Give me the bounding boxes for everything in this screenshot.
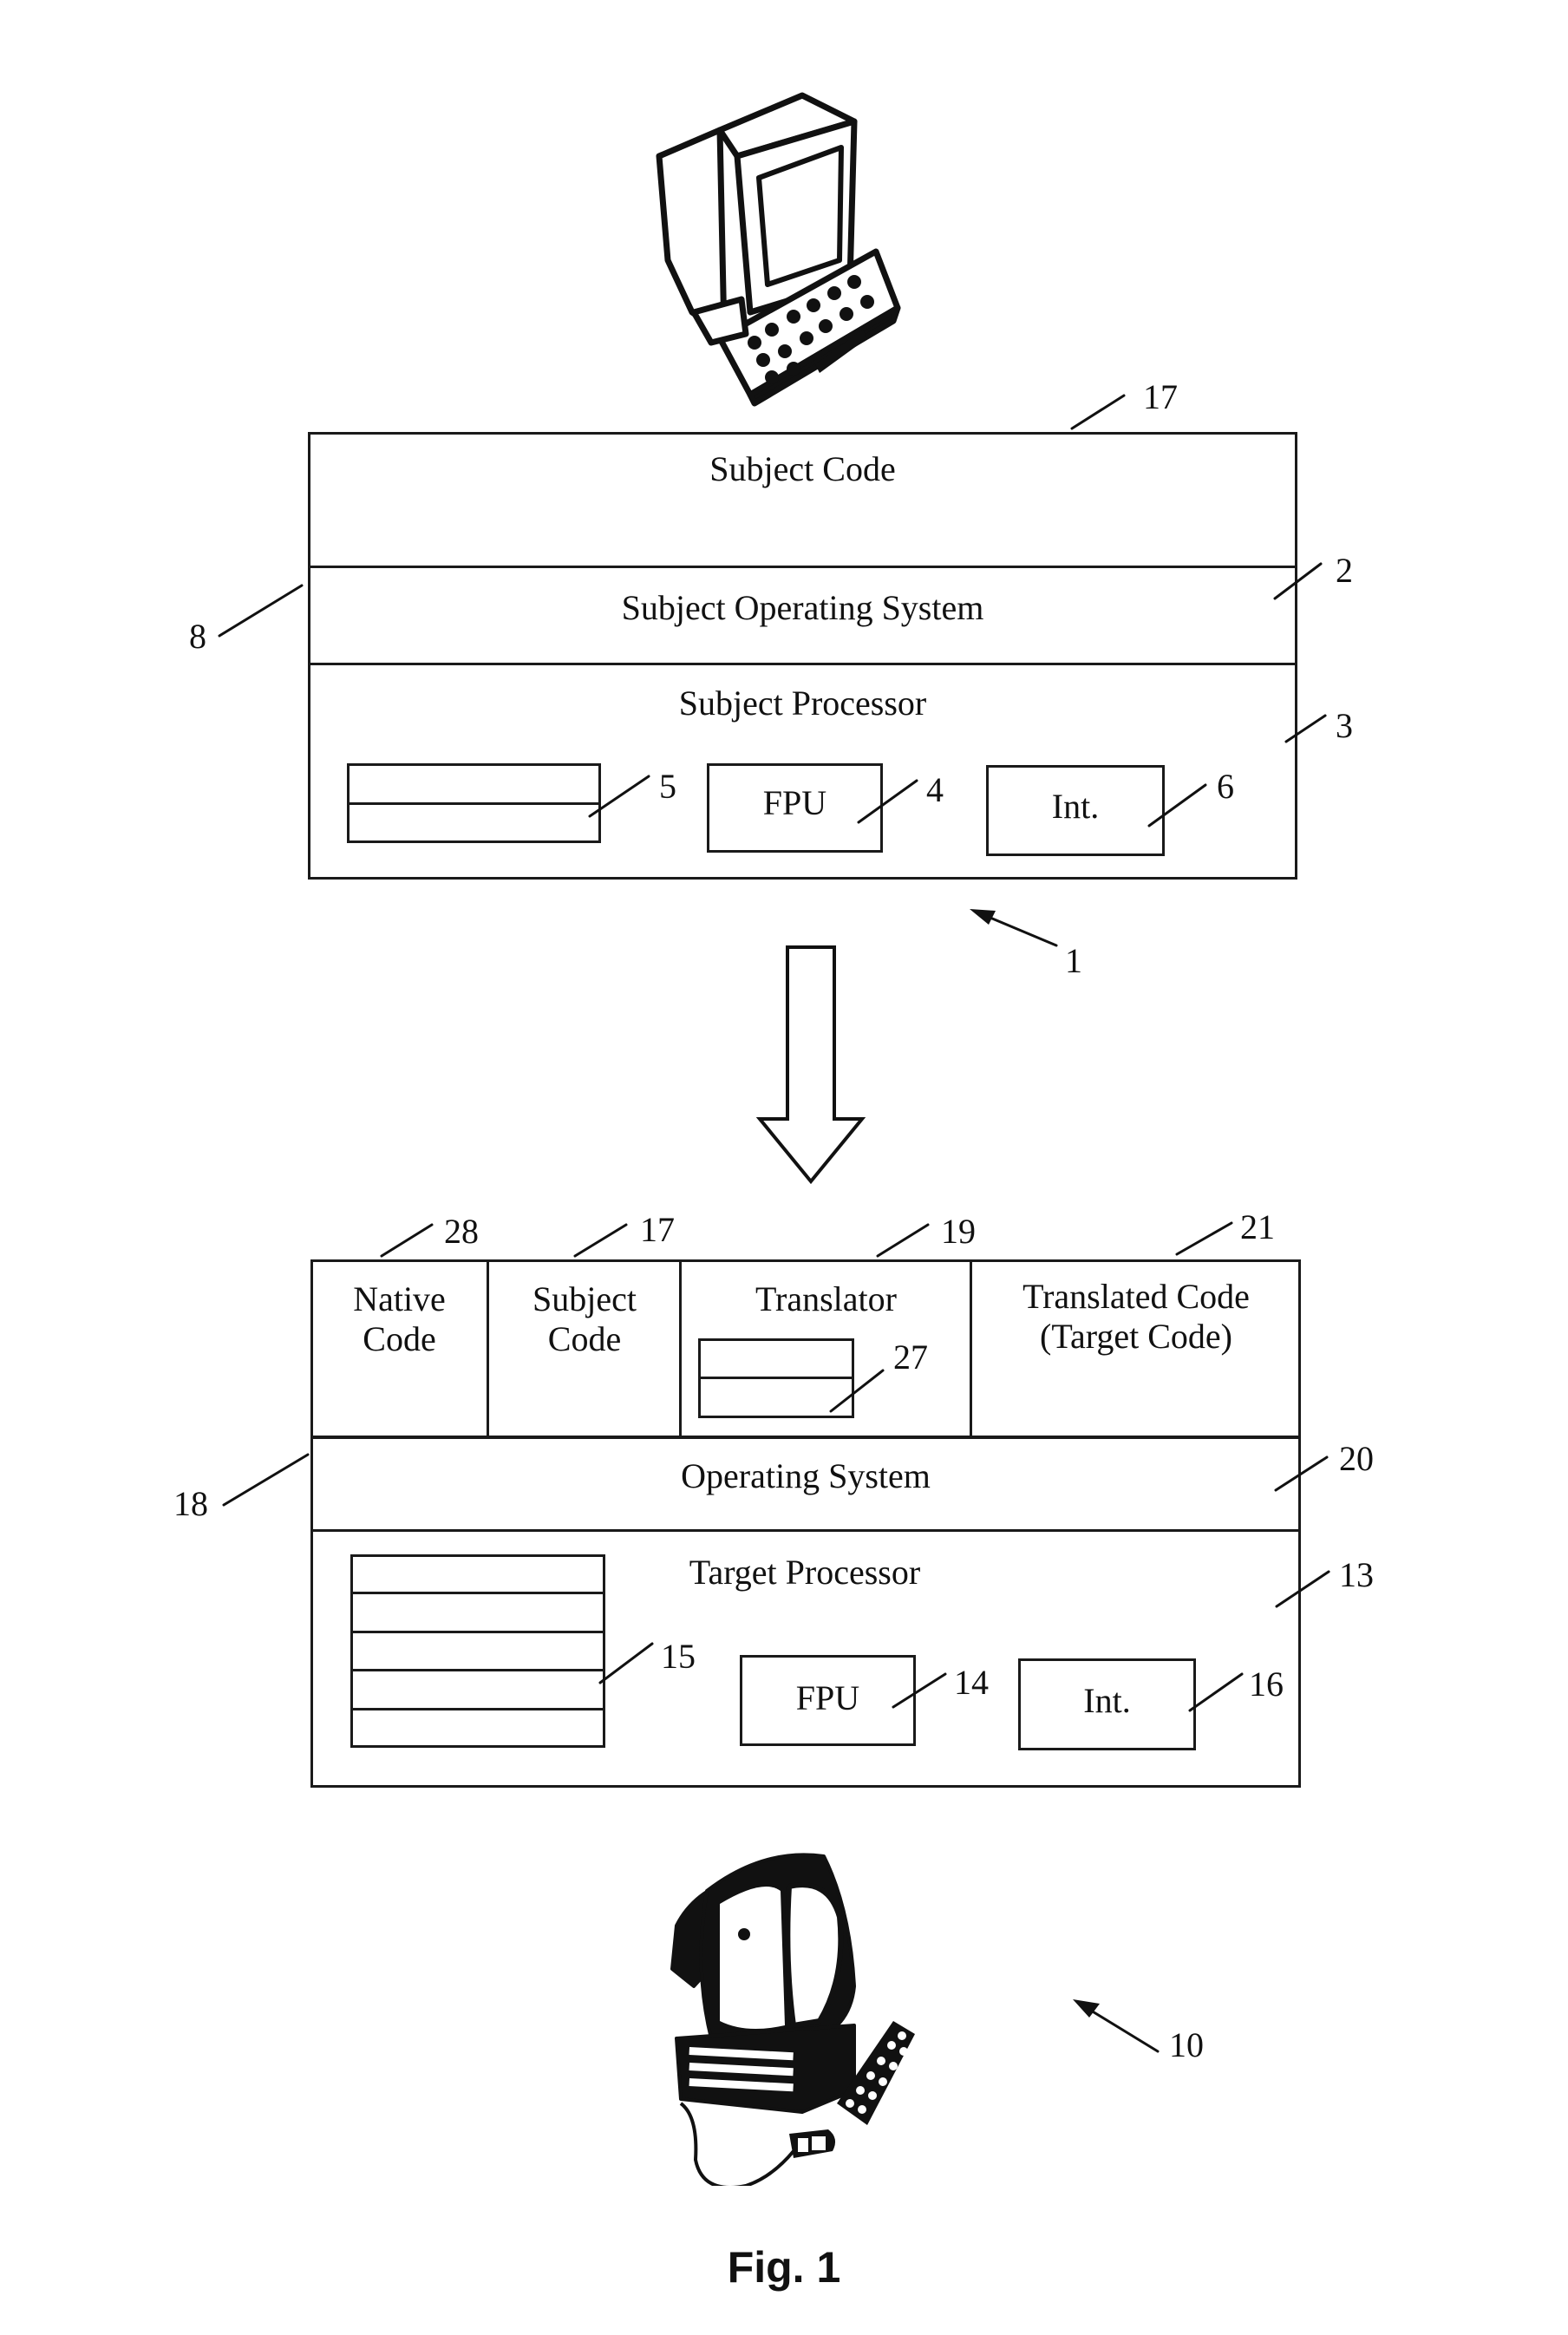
ref-6: 6	[1217, 767, 1234, 806]
leader-19	[876, 1223, 930, 1258]
ref-16: 16	[1249, 1665, 1284, 1704]
ref-10: 10	[1169, 2025, 1204, 2064]
ref-18: 18	[173, 1484, 208, 1523]
subject-computer-icon	[656, 92, 901, 407]
ref-28: 28	[444, 1212, 479, 1251]
target-registers	[350, 1554, 605, 1748]
ref-5: 5	[659, 767, 676, 806]
translator-label: Translator	[755, 1279, 897, 1318]
subject-fpu-label: FPU	[762, 783, 827, 822]
register-divider	[350, 1631, 605, 1633]
subject-code-label: Subject Code	[709, 449, 896, 488]
figure-caption: Fig. 1	[727, 2243, 841, 2292]
ref-13: 13	[1339, 1555, 1374, 1594]
register-divider	[347, 802, 601, 805]
target-fpu-label: FPU	[795, 1678, 860, 1717]
store-divider	[698, 1377, 854, 1379]
subject-os-label: Subject Operating System	[621, 588, 984, 627]
target-int-label: Int.	[1083, 1681, 1131, 1720]
register-divider	[350, 1592, 605, 1594]
leader-8	[218, 584, 304, 638]
down-arrow-icon	[755, 945, 866, 1185]
leader-21	[1175, 1221, 1233, 1256]
ref-20: 20	[1339, 1439, 1374, 1478]
ref-27: 27	[893, 1338, 928, 1377]
leader-28	[380, 1223, 434, 1258]
ref-15: 15	[661, 1637, 696, 1676]
subject-code-label: Subject Code	[532, 1279, 637, 1358]
leader-18	[222, 1453, 310, 1507]
ref-17-bottom: 17	[640, 1210, 675, 1249]
ref-1: 1	[1065, 941, 1082, 980]
ref-8: 8	[189, 617, 206, 656]
leader-1	[974, 910, 1058, 947]
register-divider	[350, 1708, 605, 1710]
translated-code-label: Translated Code (Target Code)	[1022, 1277, 1250, 1356]
subject-processor-label: Subject Processor	[678, 683, 927, 723]
arrowhead-1-icon	[970, 909, 996, 925]
leader-17-bottom	[573, 1223, 628, 1258]
ref-17-top: 17	[1143, 377, 1178, 416]
ref-14: 14	[954, 1663, 989, 1702]
ref-3: 3	[1336, 706, 1353, 745]
divider	[308, 566, 1297, 568]
divider	[308, 663, 1297, 665]
target-computer-icon	[670, 1853, 915, 2186]
ref-21: 21	[1240, 1207, 1275, 1246]
subject-int-label: Int.	[1051, 787, 1100, 826]
os-label: Operating System	[681, 1456, 931, 1495]
leader-17-top	[1070, 394, 1126, 430]
native-code-label: Native Code	[353, 1279, 446, 1358]
ref-4: 4	[926, 770, 944, 809]
divider	[310, 1529, 1301, 1532]
ref-19: 19	[941, 1212, 976, 1251]
target-processor-label: Target Processor	[689, 1553, 921, 1592]
ref-2: 2	[1336, 551, 1353, 590]
leader-10	[1078, 2002, 1160, 2053]
register-divider	[350, 1669, 605, 1671]
arrowhead-10-icon	[1073, 1999, 1100, 2018]
divider	[310, 1436, 1301, 1439]
